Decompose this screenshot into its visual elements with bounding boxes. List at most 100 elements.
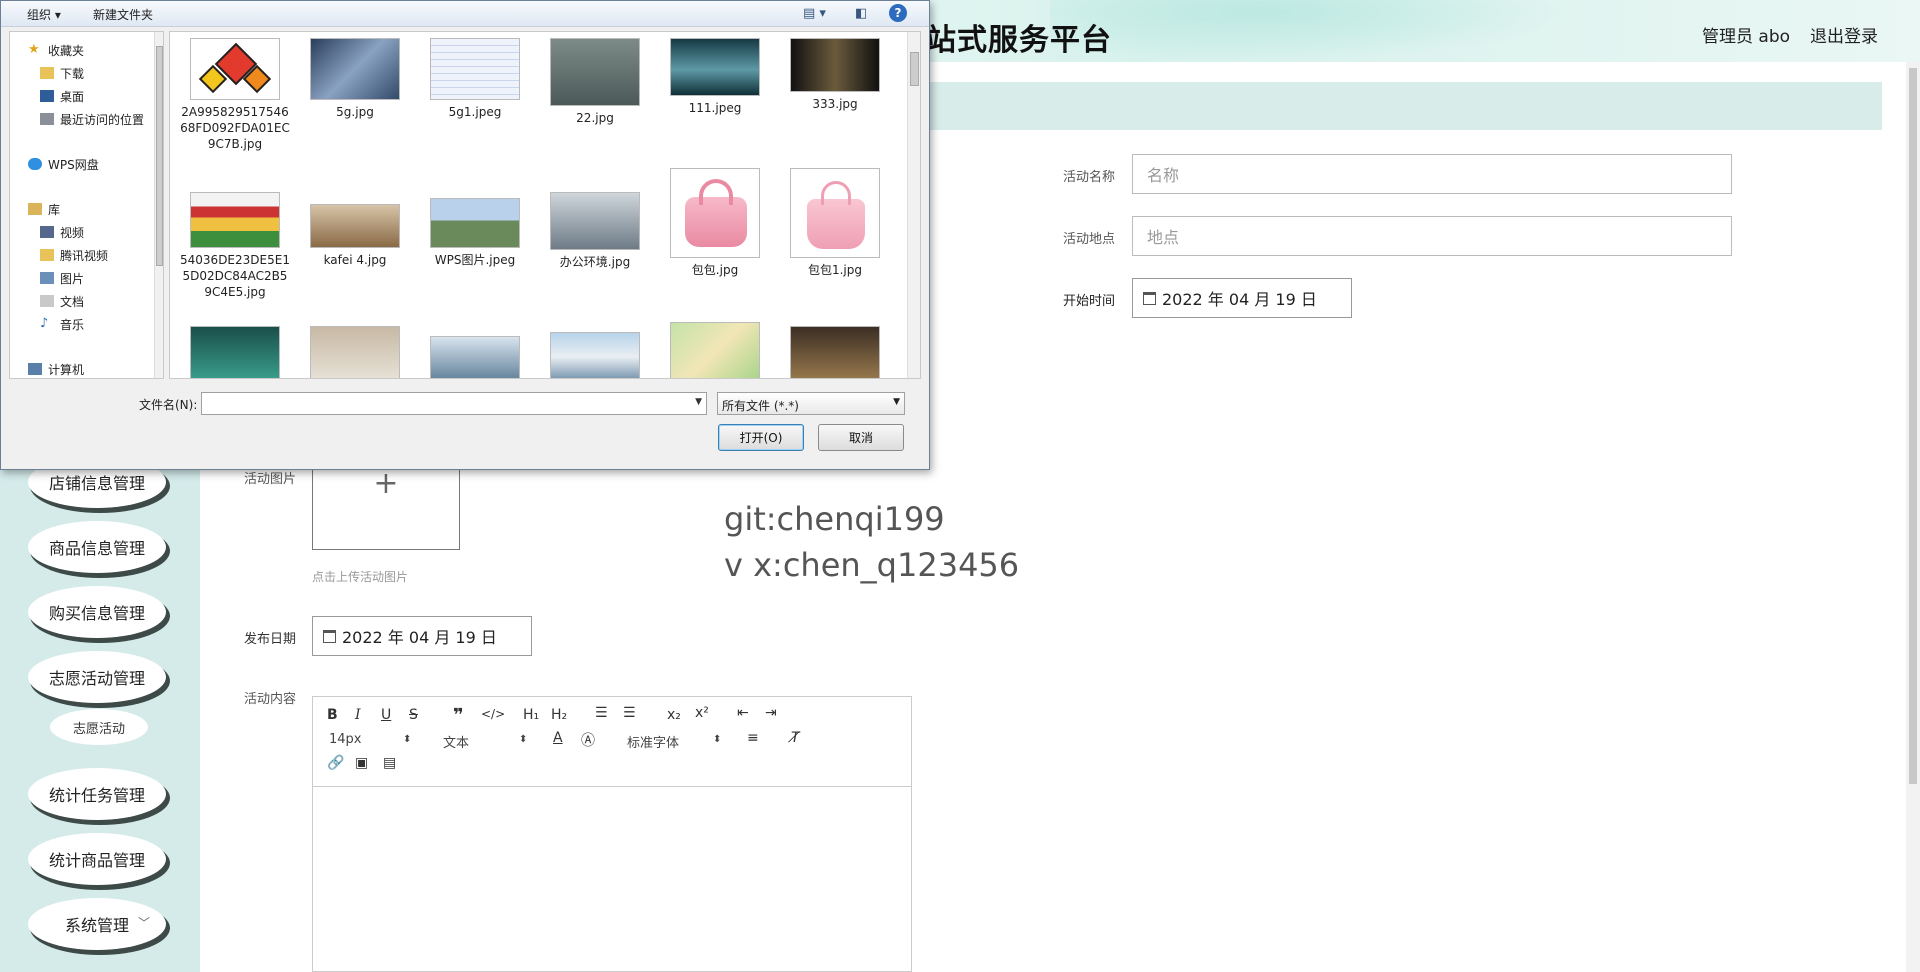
block-type-value: 文本: [443, 736, 470, 751]
filename-input[interactable]: ▼: [201, 392, 707, 415]
scrollbar-thumb[interactable]: [156, 46, 163, 266]
open-button[interactable]: 打开(O): [718, 424, 804, 451]
dropdown-arrow-icon[interactable]: ▼: [695, 397, 702, 407]
font-size-select[interactable]: 14px ⬍: [329, 732, 413, 750]
file-thumbnail[interactable]: [310, 326, 400, 378]
heading1-icon[interactable]: H₁: [523, 707, 539, 723]
file-item[interactable]: 333.jpg: [780, 38, 890, 112]
clear-format-icon[interactable]: T̸: [791, 730, 800, 746]
blockquote-icon[interactable]: ❞: [453, 705, 464, 726]
placeholder-text: 名称: [1147, 166, 1180, 185]
nav-recent[interactable]: 最近访问的位置: [40, 109, 144, 129]
help-icon[interactable]: ?: [889, 4, 907, 22]
logout-link[interactable]: 退出登录: [1810, 22, 1878, 47]
file-thumbnail[interactable]: [190, 326, 280, 378]
bullet-list-icon[interactable]: ☰: [623, 705, 636, 721]
scrollbar-thumb[interactable]: [910, 52, 919, 86]
navigation-pane: ★ 收藏夹 下载 桌面 最近访问的位置 WPS网盘 库 视频 腾讯视频 图片 文档…: [9, 31, 164, 379]
block-type-select[interactable]: 文本 ⬍: [443, 732, 527, 751]
nav-music[interactable]: ♪ 音乐: [40, 314, 84, 334]
file-type-select[interactable]: 所有文件 (*.*) ▼: [717, 392, 905, 415]
code-icon[interactable]: </>: [481, 707, 505, 721]
scrollbar-thumb[interactable]: [1909, 68, 1917, 784]
superscript-icon[interactable]: x²: [695, 705, 709, 721]
nav-computer[interactable]: 计算机: [28, 359, 84, 378]
cloud-icon: [28, 158, 42, 170]
bold-icon[interactable]: B: [327, 707, 338, 723]
subscript-icon[interactable]: x₂: [667, 707, 681, 723]
file-item[interactable]: 办公环境.jpg: [540, 192, 650, 270]
image-icon[interactable]: ▣: [355, 755, 368, 771]
image-upload-box[interactable]: +: [312, 466, 460, 550]
file-item[interactable]: 包包1.jpg: [780, 168, 890, 278]
sidebar-item-product-info[interactable]: 商品信息管理: [28, 521, 166, 573]
preview-pane-icon[interactable]: ◧: [855, 6, 867, 21]
align-icon[interactable]: ≡: [747, 730, 759, 746]
page-scrollbar[interactable]: [1906, 62, 1920, 972]
nav-label: 最近访问的位置: [60, 112, 145, 127]
file-item[interactable]: 54036DE23DE5E15D02DC84AC2B59C4E5.jpg: [180, 192, 290, 300]
nav-documents[interactable]: 文档: [40, 291, 84, 311]
file-thumbnail[interactable]: [550, 332, 640, 378]
file-thumbnail[interactable]: [670, 322, 760, 378]
file-item[interactable]: 包包.jpg: [660, 168, 770, 278]
files-scrollbar[interactable]: [907, 32, 920, 378]
nav-tencent-video[interactable]: 腾讯视频: [40, 245, 108, 265]
file-item[interactable]: 2A99582951754668FD092FDA01EC9C7B.jpg: [180, 38, 290, 152]
font-family-select[interactable]: 标准字体 ⬍: [627, 732, 721, 751]
sidebar-item-purchase-info[interactable]: 购买信息管理: [28, 586, 166, 638]
nav-libraries[interactable]: 库: [28, 199, 60, 219]
heading2-icon[interactable]: H₂: [551, 707, 567, 723]
sidebar-item-volunteer-manage[interactable]: 志愿活动管理: [28, 651, 166, 703]
select-arrows-icon: ⬍: [403, 734, 412, 745]
file-item[interactable]: WPS图片.jpeg: [420, 192, 530, 268]
file-item[interactable]: 5g.jpg: [300, 38, 410, 120]
file-item[interactable]: 111.jpeg: [660, 38, 770, 116]
video-icon[interactable]: ▤: [383, 755, 396, 771]
new-folder-button[interactable]: 新建文件夹: [93, 6, 153, 23]
start-time-picker[interactable]: 2022 年 04 月 19 日: [1132, 278, 1352, 318]
sidebar-item-system[interactable]: 系统管理 ﹀: [28, 898, 166, 950]
font-color-icon[interactable]: A: [553, 730, 563, 746]
activity-name-input[interactable]: 名称: [1132, 154, 1732, 194]
nav-scrollbar[interactable]: [154, 32, 163, 378]
nav-pictures[interactable]: 图片: [40, 268, 84, 288]
italic-icon[interactable]: I: [355, 707, 361, 723]
organize-menu[interactable]: 组织 ▾: [27, 6, 61, 23]
nav-label: 音乐: [60, 317, 85, 332]
ordered-list-icon[interactable]: ☰: [595, 705, 608, 721]
sidebar-item-task-stats[interactable]: 统计任务管理: [28, 768, 166, 820]
upload-hint: 点击上传活动图片: [312, 570, 409, 584]
file-item[interactable]: kafei 4.jpg: [300, 192, 410, 268]
folder-icon: [40, 249, 54, 261]
link-icon[interactable]: 🔗: [327, 755, 344, 771]
background-color-icon[interactable]: Ⓐ: [581, 730, 595, 750]
cancel-button[interactable]: 取消: [818, 424, 904, 451]
editor-content-area[interactable]: [313, 787, 911, 971]
file-thumbnail: [430, 198, 520, 248]
nav-wps-drive[interactable]: WPS网盘: [28, 154, 99, 174]
sidebar-item-product-stats[interactable]: 统计商品管理: [28, 833, 166, 885]
nav-downloads[interactable]: 下载: [40, 63, 84, 83]
chevron-down-icon: ﹀: [137, 916, 150, 930]
file-thumbnail[interactable]: [430, 336, 520, 378]
underline-icon[interactable]: U: [381, 707, 391, 723]
nav-desktop[interactable]: 桌面: [40, 86, 84, 106]
nav-favorites[interactable]: ★ 收藏夹: [28, 40, 84, 60]
file-item[interactable]: 22.jpg: [540, 38, 650, 126]
strikethrough-icon[interactable]: S: [409, 707, 418, 723]
publish-date-picker[interactable]: 2022 年 04 月 19 日: [312, 616, 532, 656]
sidebar-subitem-volunteer[interactable]: 志愿活动: [50, 709, 148, 745]
activity-name-label: 活动名称: [1063, 170, 1116, 185]
file-thumbnail[interactable]: [790, 326, 880, 378]
calendar-icon: [323, 629, 336, 643]
file-thumbnail: [310, 204, 400, 248]
nav-videos[interactable]: 视频: [40, 222, 84, 242]
sidebar-item-label: 店铺信息管理: [48, 474, 145, 493]
view-options-icon[interactable]: ▤ ▾: [803, 6, 826, 21]
nav-label: 收藏夹: [48, 43, 85, 58]
outdent-icon[interactable]: ⇤: [737, 705, 749, 721]
indent-icon[interactable]: ⇥: [765, 705, 777, 721]
activity-location-input[interactable]: 地点: [1132, 216, 1732, 256]
file-item[interactable]: 5g1.jpeg: [420, 38, 530, 120]
